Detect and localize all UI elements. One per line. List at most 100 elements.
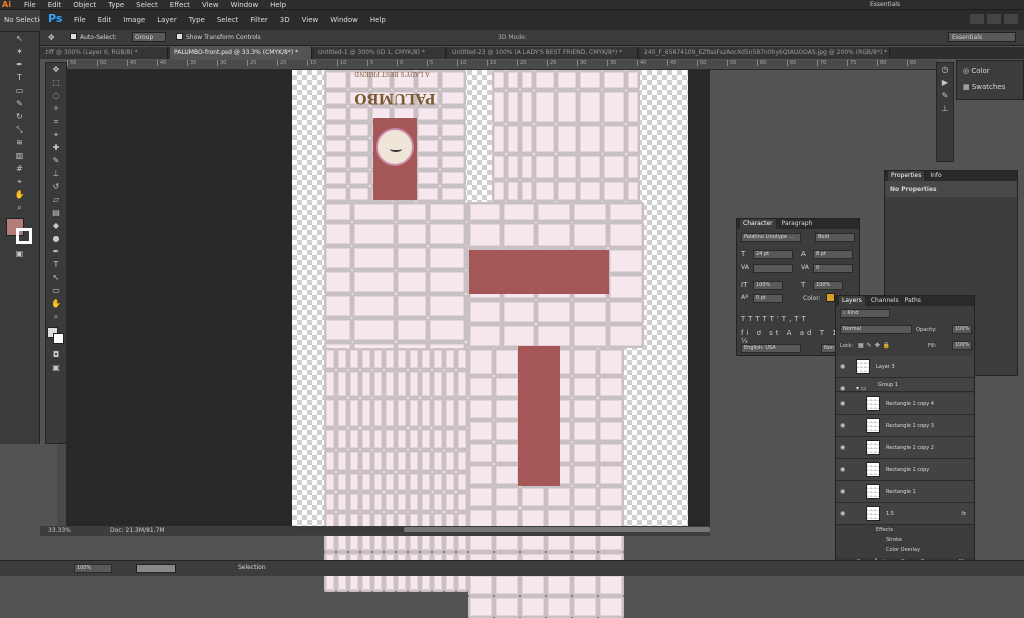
brush-icon[interactable]: ✎	[49, 155, 63, 167]
leading-field[interactable]: 8 pt	[813, 250, 853, 259]
tab-paragraph[interactable]: Paragraph	[782, 219, 813, 229]
layer-row[interactable]: ◉ Layer 3	[836, 356, 974, 378]
auto-select-dropdown[interactable]: Group	[132, 32, 166, 42]
tracking-field[interactable]: 0	[813, 264, 853, 273]
clone-panel-icon[interactable]: ⊥	[938, 103, 952, 115]
magic-wand-icon[interactable]: ✶	[13, 46, 27, 58]
auto-select-checkbox[interactable]	[70, 33, 77, 40]
document-canvas[interactable]: A LADY'S BEST FRIEND PALUMBO	[292, 70, 688, 618]
move-icon[interactable]: ✥	[49, 64, 63, 76]
visibility-eye-icon[interactable]: ◉	[840, 488, 845, 495]
effect-item[interactable]: Color Overlay	[876, 545, 920, 555]
tab-tiff[interactable]: .tiff @ 300% (Layer 0, RGB/8) *	[40, 47, 168, 59]
ps-menu-3d[interactable]: 3D	[274, 15, 296, 25]
ps-menu-image[interactable]: Image	[117, 15, 151, 25]
tab-layers[interactable]: Layers	[839, 296, 865, 306]
ai-menu-effect[interactable]: Effect	[164, 0, 196, 10]
text-color-swatch[interactable]	[826, 293, 835, 302]
ai-menu-select[interactable]: Select	[130, 0, 164, 10]
tab-palumbo-front[interactable]: PALUMBO-front.psd @ 33.3% (CMYK/8*) *	[170, 47, 312, 59]
stroke-swatch[interactable]	[15, 228, 32, 244]
eyedropper-ps-icon[interactable]: ⌖	[49, 129, 63, 141]
dodge-icon[interactable]: ●	[49, 233, 63, 245]
ps-menu-help[interactable]: Help	[364, 15, 392, 25]
swatches-item[interactable]: ▦ Swatches	[963, 83, 1005, 91]
tab-untitled-1[interactable]: Untitled-1 @ 300% (ID 1, CMYK/8) *	[314, 47, 446, 59]
ai-menu-edit[interactable]: Edit	[42, 0, 68, 10]
ai-fill-stroke[interactable]	[5, 218, 34, 244]
visibility-eye-icon[interactable]: ◉	[840, 363, 845, 370]
blur-icon[interactable]: ◆	[49, 220, 63, 232]
tab-channels[interactable]: Channels	[871, 296, 899, 306]
blend-mode-select[interactable]: Normal	[840, 325, 912, 334]
marquee-icon[interactable]: ⬚	[49, 77, 63, 89]
mesh-tool-icon[interactable]: #	[13, 163, 27, 175]
ps-menu-view[interactable]: View	[296, 15, 325, 25]
selection-tool-icon[interactable]: ↖	[13, 33, 27, 45]
vertical-scale-field[interactable]: 100%	[753, 281, 783, 290]
zoom-tool-icon[interactable]: ⌕	[13, 202, 27, 214]
ps-menu-type[interactable]: Type	[183, 15, 211, 25]
visibility-eye-icon[interactable]: ◉	[840, 422, 845, 429]
tab-untitled-23[interactable]: Untitled-23 @ 100% (A LADY'S BEST FRIEND…	[448, 47, 638, 59]
layer-row[interactable]: ◉ ▾ ▭ Group 1	[836, 378, 974, 392]
rotate-tool-icon[interactable]: ↻	[13, 111, 27, 123]
pen-tool-icon[interactable]: ✒	[13, 59, 27, 71]
tab-paths[interactable]: Paths	[905, 296, 921, 306]
zoom-ps-icon[interactable]: ⌕	[49, 311, 63, 323]
move-tool-icon[interactable]: ✥	[48, 33, 55, 42]
opacity-field[interactable]: 100%	[952, 325, 972, 334]
zoom-level[interactable]: 33.33%	[48, 527, 71, 534]
layer-row[interactable]: ◉ Rectangle 1 copy 3	[836, 415, 974, 437]
layer-row[interactable]: ◉ Rectangle 1 copy	[836, 459, 974, 481]
actions-panel-icon[interactable]: ▶	[938, 77, 952, 89]
workspace-dropdown[interactable]: Essentials	[948, 32, 1016, 42]
baseline-shift-field[interactable]: 0 pt	[753, 294, 783, 303]
screen-mode-icon[interactable]: ▣	[13, 248, 27, 260]
brush-panel-icon[interactable]: ✎	[938, 90, 952, 102]
ai-workspace-switcher[interactable]: Essentials	[870, 1, 900, 8]
layer-row[interactable]: ◉ Rectangle 1 copy 2	[836, 437, 974, 459]
tab-jpg[interactable]: 240_F_65874109_EZfissFszAocXd5n587n0hy6Q…	[640, 47, 890, 59]
visibility-eye-icon[interactable]: ◉	[840, 466, 845, 473]
tab-info[interactable]: Info	[930, 171, 941, 181]
quick-mask-icon[interactable]: ◘	[49, 349, 63, 361]
ps-menu-edit[interactable]: Edit	[92, 15, 118, 25]
hand-tool-icon[interactable]: ✋	[13, 189, 27, 201]
layer-row[interactable]: ◉ 1.5 fx	[836, 503, 974, 525]
font-family-select[interactable]: Palatino Linotype ...	[741, 233, 801, 242]
show-transform-checkbox[interactable]	[176, 33, 183, 40]
effect-item[interactable]: Stroke	[876, 535, 920, 545]
artboard-nav[interactable]	[136, 564, 176, 573]
ps-menu-filter[interactable]: Filter	[244, 15, 273, 25]
eraser-icon[interactable]: ▱	[49, 194, 63, 206]
ps-menu-select[interactable]: Select	[211, 15, 245, 25]
pen-ps-icon[interactable]: ✒	[49, 246, 63, 258]
layer-row[interactable]: ◉ Rectangle 1	[836, 481, 974, 503]
visibility-eye-icon[interactable]: ◉	[840, 510, 845, 517]
history-panel-icon[interactable]: ◷	[938, 64, 952, 76]
ps-menu-layer[interactable]: Layer	[151, 15, 183, 25]
gradient-icon[interactable]: ▤	[49, 207, 63, 219]
visibility-eye-icon[interactable]: ◉	[840, 385, 845, 392]
stamp-icon[interactable]: ⊥	[49, 168, 63, 180]
lasso-icon[interactable]: ◌	[49, 90, 63, 102]
color-item[interactable]: ◎ Color	[963, 67, 990, 75]
history-brush-icon[interactable]: ↺	[49, 181, 63, 193]
ai-zoom-field[interactable]: 100%	[74, 564, 112, 573]
font-style-select[interactable]: Bold	[815, 233, 855, 242]
background-color[interactable]	[53, 333, 64, 344]
type-tool-icon[interactable]: T	[13, 72, 27, 84]
warp-tool-icon[interactable]: ≋	[13, 137, 27, 149]
visibility-eye-icon[interactable]: ◉	[840, 400, 845, 407]
hand-ps-icon[interactable]: ✋	[49, 298, 63, 310]
shape-icon[interactable]: ▭	[49, 285, 63, 297]
ps-menu-window[interactable]: Window	[324, 15, 364, 25]
graph-tool-icon[interactable]: ▥	[13, 150, 27, 162]
minimize-icon[interactable]	[970, 14, 984, 24]
font-size-field[interactable]: 24 pt	[753, 250, 793, 259]
ps-menu-file[interactable]: File	[68, 15, 92, 25]
type-style-buttons[interactable]: TTTTT'T,TT	[741, 315, 809, 323]
close-icon[interactable]	[1004, 14, 1018, 24]
paintbrush-icon[interactable]: ✎	[13, 98, 27, 110]
